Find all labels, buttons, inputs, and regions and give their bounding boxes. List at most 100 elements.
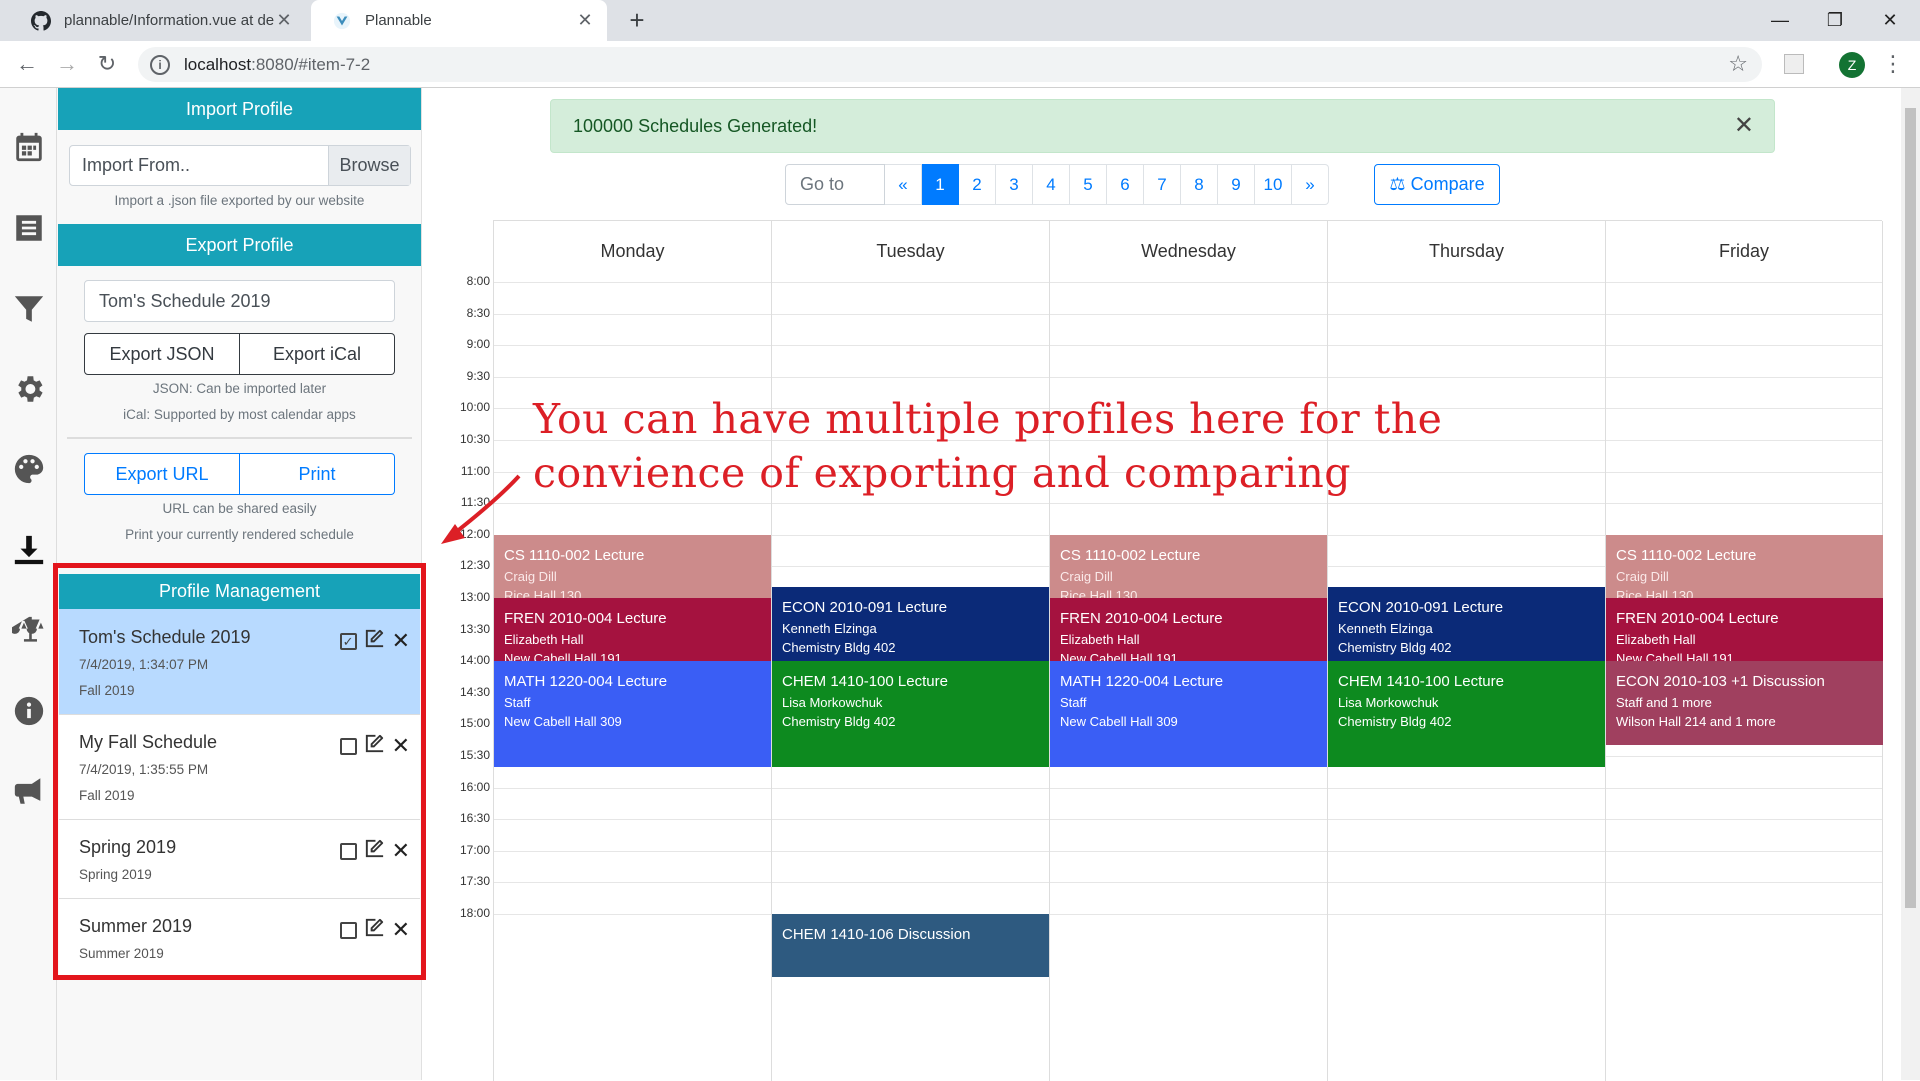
megaphone-icon[interactable] bbox=[10, 772, 48, 810]
goto-input[interactable]: Go to bbox=[785, 164, 885, 205]
event-title: CS 1110-002 Lecture bbox=[1616, 546, 1757, 564]
time-label: 15:00 bbox=[459, 716, 490, 731]
back-arrow-icon[interactable]: ← bbox=[12, 50, 42, 80]
annotation-arrow-icon bbox=[441, 474, 521, 544]
list-icon[interactable] bbox=[10, 209, 48, 247]
time-label: 13:30 bbox=[459, 621, 490, 636]
event-room: New Cabell Hall 309 bbox=[1060, 714, 1178, 730]
event-instructor: Craig Dill bbox=[504, 568, 557, 584]
new-tab-plus-icon[interactable]: + bbox=[622, 6, 652, 36]
event-title: CHEM 1410-100 Lecture bbox=[782, 673, 948, 691]
page-link[interactable]: 4 bbox=[1033, 164, 1070, 205]
url-note: URL can be shared easily bbox=[162, 501, 317, 516]
page-scrollbar[interactable] bbox=[1901, 88, 1920, 1080]
window-close-icon[interactable]: ✕ bbox=[1860, 0, 1920, 41]
event-instructor: Elizabeth Hall bbox=[504, 632, 584, 647]
page-link[interactable]: 10 bbox=[1255, 164, 1292, 205]
import-placeholder[interactable]: Import From.. bbox=[70, 146, 328, 185]
close-icon[interactable]: ✕ bbox=[274, 10, 294, 31]
info-circle-icon[interactable] bbox=[10, 692, 48, 730]
time-label: 13:00 bbox=[459, 590, 490, 604]
calendar-icon[interactable] bbox=[10, 128, 48, 166]
address-bar[interactable]: i localhost:8080/#item-7-2 ☆ bbox=[138, 47, 1762, 82]
course-event[interactable]: MATH 1220-004 Lecture Staff New Cabell Hal… bbox=[1050, 661, 1327, 767]
compare-button[interactable]: ⚖ Compare bbox=[1374, 164, 1500, 205]
github-icon bbox=[30, 10, 52, 32]
event-instructor: Elizabeth Hall bbox=[1060, 632, 1140, 647]
import-note: Import a .json file exported by our webs… bbox=[114, 193, 365, 208]
download-icon[interactable] bbox=[10, 531, 48, 569]
export-json-button[interactable]: Export JSON bbox=[84, 333, 240, 375]
browser-tab-github[interactable]: plannable/Information.vue at de ✕ bbox=[10, 0, 306, 41]
event-room: Chemistry Bldg 402 bbox=[782, 714, 896, 730]
page-link[interactable]: 8 bbox=[1181, 164, 1218, 205]
course-event[interactable]: ECON 2010-091 Lecture Kenneth Elzinga Chem… bbox=[772, 587, 1049, 662]
page-link[interactable]: 7 bbox=[1144, 164, 1181, 205]
page-link[interactable]: 1 bbox=[922, 164, 959, 205]
profile-name-field[interactable]: Tom's Schedule 2019 bbox=[84, 280, 395, 322]
annotation-text: You can have multiple profiles here for … bbox=[533, 395, 1443, 497]
event-room: Chemistry Bldg 402 bbox=[782, 640, 896, 656]
page-link[interactable]: 6 bbox=[1107, 164, 1144, 205]
bookmark-star-icon[interactable]: ☆ bbox=[1728, 51, 1748, 77]
event-instructor: Craig Dill bbox=[1060, 568, 1113, 584]
palette-icon[interactable] bbox=[10, 450, 48, 488]
event-room: Chemistry Bldg 402 bbox=[1338, 714, 1452, 730]
time-label: 14:30 bbox=[459, 684, 490, 699]
forward-arrow-icon[interactable]: → bbox=[52, 50, 82, 80]
info-icon[interactable]: i bbox=[150, 54, 170, 75]
page-link[interactable]: 9 bbox=[1218, 164, 1255, 205]
extension-icon[interactable] bbox=[1784, 54, 1804, 74]
page-link[interactable]: « bbox=[885, 164, 922, 205]
export-url-button[interactable]: Export URL bbox=[84, 453, 240, 495]
course-event[interactable]: CHEM 1410-100 Lecture Lisa Morkowchuk Chem… bbox=[772, 661, 1049, 767]
course-event[interactable]: MATH 1220-004 Lecture Staff New Cabell Hal… bbox=[494, 661, 771, 767]
highlight-box bbox=[53, 563, 426, 980]
time-label: 10:30 bbox=[459, 432, 490, 446]
filter-icon[interactable] bbox=[10, 290, 48, 328]
reload-icon[interactable]: ↻ bbox=[92, 50, 122, 80]
minimize-icon[interactable]: — bbox=[1750, 0, 1810, 41]
page-link[interactable]: 3 bbox=[996, 164, 1033, 205]
print-button[interactable]: Print bbox=[240, 453, 395, 495]
time-label: 14:00 bbox=[459, 653, 490, 668]
export-ical-button[interactable]: Export iCal bbox=[240, 333, 395, 375]
import-file-input[interactable]: Import From.. Browse bbox=[69, 145, 411, 186]
share-button-group: Export URL Print bbox=[84, 453, 395, 495]
course-event[interactable]: ECON 2010-091 Lecture Kenneth Elzinga Chem… bbox=[1328, 587, 1605, 662]
event-instructor: Kenneth Elzinga bbox=[1338, 621, 1433, 637]
time-label: 16:00 bbox=[459, 779, 490, 794]
course-event[interactable]: CHEM 1410-106 Discussion bbox=[772, 914, 1049, 978]
browse-button[interactable]: Browse bbox=[328, 146, 410, 185]
event-room: New Cabell Hall 309 bbox=[504, 714, 622, 730]
time-label: 8:30 bbox=[466, 305, 490, 320]
close-icon[interactable]: ✕ bbox=[1734, 100, 1754, 152]
tab-title: Plannable bbox=[365, 12, 432, 29]
restore-icon[interactable]: ❐ bbox=[1805, 0, 1865, 41]
time-label: 9:30 bbox=[466, 368, 490, 383]
day-header: Friday bbox=[1718, 241, 1769, 261]
scrollbar-thumb[interactable] bbox=[1905, 108, 1916, 908]
event-title: CHEM 1410-100 Lecture bbox=[1338, 673, 1504, 691]
event-instructor: Craig Dill bbox=[1616, 568, 1669, 584]
page-link[interactable]: 2 bbox=[959, 164, 996, 205]
menu-dots-icon[interactable]: ⋮ bbox=[1882, 50, 1904, 78]
page-link[interactable]: 5 bbox=[1070, 164, 1107, 205]
page-link[interactable]: » bbox=[1292, 164, 1329, 205]
course-event[interactable]: CHEM 1410-100 Lecture Lisa Morkowchuk Chem… bbox=[1328, 661, 1605, 767]
vue-icon bbox=[331, 10, 353, 32]
close-icon[interactable]: ✕ bbox=[575, 10, 595, 31]
browser-tab-plannable[interactable]: Plannable ✕ bbox=[311, 0, 607, 41]
event-room: Chemistry Bldg 402 bbox=[1338, 640, 1452, 656]
course-event[interactable]: ECON 2010-103 +1 Discussion Staff and 1 m… bbox=[1606, 661, 1883, 746]
event-instructor: Elizabeth Hall bbox=[1616, 632, 1696, 647]
gear-icon[interactable] bbox=[10, 370, 48, 408]
url-host: localhost bbox=[184, 54, 252, 74]
print-note: Print your currently rendered schedule bbox=[125, 527, 354, 542]
profile-avatar[interactable]: Z bbox=[1839, 52, 1865, 78]
event-title: ECON 2010-091 Lecture bbox=[1338, 599, 1504, 617]
day-header: Monday bbox=[600, 241, 665, 261]
balance-scale-icon[interactable] bbox=[10, 611, 48, 649]
event-title: CS 1110-002 Lecture bbox=[504, 546, 645, 564]
event-title: ECON 2010-103 +1 Discussion bbox=[1616, 673, 1825, 691]
